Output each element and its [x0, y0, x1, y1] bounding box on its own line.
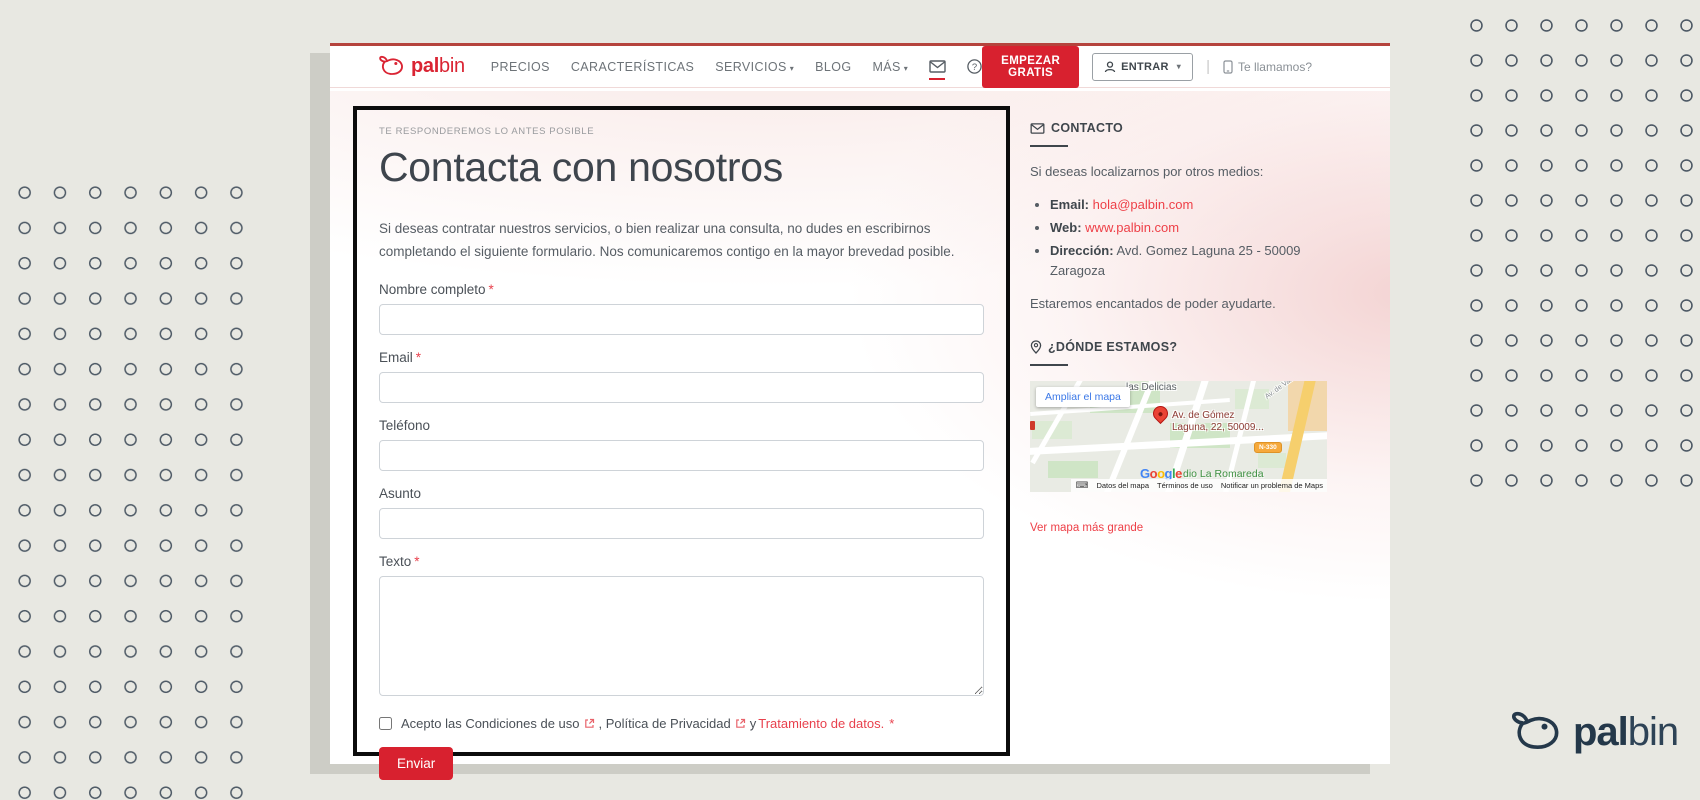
field-group-texto: Texto *: [379, 554, 984, 701]
contact-outro: Estaremos encantados de poder ayudarte.: [1030, 296, 1276, 312]
chevron-down-icon: ▾: [1176, 62, 1182, 71]
dot-grid-left: [7, 175, 255, 800]
field-group-asunto: Asunto: [379, 486, 984, 539]
tratamiento-datos-link[interactable]: Tratamiento de datos.: [758, 716, 884, 731]
palbin-whale-icon: [379, 55, 403, 75]
field-group-telefono: Teléfono: [379, 418, 984, 471]
consent-checkbox[interactable]: [379, 716, 392, 730]
contact-envelope-icon[interactable]: [929, 60, 946, 80]
contact-email-item: Email: hola@palbin.com: [1050, 195, 1328, 215]
map-report-link[interactable]: Notificar un problema de Maps: [1216, 478, 1327, 492]
empezar-gratis-button[interactable]: EMPEZAR GRATIS: [982, 45, 1080, 88]
heading-rule: [1030, 363, 1068, 366]
contacto-heading: CONTACTO: [1030, 121, 1328, 135]
consent-text-3: y: [749, 715, 757, 731]
page-content: TE RESPONDEREMOS LO ANTES POSIBLE Contac…: [330, 91, 1390, 780]
nav-right-cluster: EMPEZAR GRATIS ENTRAR ▾ | Te llamamos?: [982, 45, 1312, 88]
map-data-link[interactable]: Datos del mapa: [1092, 478, 1153, 492]
top-navbar: palbin PRECIOS CARACTERÍSTICAS SERVICIOS…: [330, 45, 1390, 88]
donde-estamos-heading: ¿DÓNDE ESTAMOS?: [1030, 340, 1328, 354]
texto-textarea[interactable]: [379, 575, 984, 696]
logo-text: palbin: [411, 55, 465, 77]
map-park: [1048, 460, 1098, 478]
map-terms-link[interactable]: Términos de uso: [1153, 478, 1217, 492]
nav-item-servicios[interactable]: SERVICIOS ▾: [715, 60, 794, 74]
help-icon[interactable]: ?: [967, 59, 982, 74]
map-park: [1258, 452, 1286, 468]
nombre-input[interactable]: [379, 303, 984, 335]
contact-sidebar: CONTACTO Si deseas localizarnos por otro…: [1030, 121, 1328, 536]
divider: |: [1206, 58, 1210, 75]
field-group-email: Email *: [379, 350, 984, 403]
nav-item-caracteristicas[interactable]: CARACTERÍSTICAS: [571, 60, 694, 74]
telefono-label: Teléfono: [379, 417, 431, 433]
map-pin-label: Av. de Gómez Laguna, 22, 50009...: [1172, 409, 1264, 433]
enviar-button[interactable]: Enviar: [379, 746, 454, 780]
user-icon: [1104, 60, 1116, 72]
map-road-badge: N-330: [1254, 441, 1282, 453]
logo-text: palbin: [1573, 710, 1679, 754]
map-attribution-bar: ⌨ Datos del mapa Términos de uso Notific…: [1071, 478, 1327, 492]
field-group-nombre: Nombre completo *: [379, 282, 984, 335]
heading-rule: [1030, 145, 1068, 147]
chevron-down-icon: ▾: [789, 63, 795, 73]
svg-text:?: ?: [972, 62, 977, 73]
keyboard-icon: ⌨: [1071, 478, 1093, 492]
consent-row: Acepto las Condiciones de uso , Política…: [379, 716, 984, 731]
nav-item-blog[interactable]: BLOG: [815, 60, 851, 74]
ver-mapa-link[interactable]: Ver mapa más grande: [1030, 522, 1143, 534]
email-input[interactable]: [379, 371, 984, 403]
form-intro: Si deseas contratar nuestros servicios, …: [379, 221, 955, 259]
contact-intro: Si deseas localizarnos por otros medios:: [1030, 164, 1264, 179]
envelope-icon: [1030, 122, 1045, 134]
entrar-button[interactable]: ENTRAR ▾: [1092, 52, 1194, 81]
nav-item-mas[interactable]: MÁS ▾: [872, 60, 908, 74]
phone-icon: [1223, 59, 1233, 74]
contact-form-highlight-box: TE RESPONDEREMOS LO ANTES POSIBLE Contac…: [353, 106, 1010, 780]
asunto-label: Asunto: [379, 485, 422, 501]
web-link[interactable]: www.palbin.com: [1085, 220, 1179, 235]
form-eyebrow: TE RESPONDEREMOS LO ANTES POSIBLE: [379, 126, 595, 137]
chevron-down-icon: ▾: [903, 63, 909, 73]
map-pin-icon: [1030, 339, 1042, 354]
nav-menu: PRECIOS CARACTERÍSTICAS SERVICIOS ▾ BLOG …: [491, 59, 982, 80]
asunto-input[interactable]: [379, 507, 984, 539]
consent-required-mark: *: [889, 715, 895, 731]
consent-text-1: Acepto las Condiciones de uso: [401, 715, 580, 731]
te-llamamos-link[interactable]: Te llamamos?: [1223, 60, 1312, 74]
email-label: Email *: [379, 349, 422, 365]
palbin-whale-icon: [1512, 711, 1559, 749]
google-map-embed[interactable]: las Delicias Av. de Vale Av. de Gómez La…: [1030, 380, 1327, 492]
contact-list: Email: hola@palbin.com Web: www.palbin.c…: [1030, 195, 1328, 282]
consent-text-2: , Política de Privacidad: [598, 715, 731, 731]
browser-page: palbin PRECIOS CARACTERÍSTICAS SERVICIOS…: [330, 43, 1390, 780]
external-link-icon[interactable]: [735, 718, 746, 729]
telefono-input[interactable]: [379, 439, 984, 471]
email-link[interactable]: hola@palbin.com: [1093, 197, 1194, 212]
palbin-logo[interactable]: palbin: [378, 55, 465, 78]
nombre-label: Nombre completo *: [379, 281, 494, 297]
map-expand-button[interactable]: Ampliar el mapa: [1036, 386, 1130, 407]
external-link-icon[interactable]: [584, 718, 595, 729]
contact-address-item: Dirección: Avd. Gomez Laguna 25 - 50009 …: [1050, 241, 1328, 281]
map-area-label: las Delicias: [1126, 381, 1177, 393]
texto-label: Texto *: [379, 553, 420, 569]
palbin-watermark-logo: palbin: [1510, 710, 1679, 755]
page-title: Contacta con nosotros: [379, 144, 783, 190]
map-red-badge-fragment: [1030, 420, 1035, 430]
dot-grid-right: [1459, 8, 1700, 497]
contact-web-item: Web: www.palbin.com: [1050, 218, 1328, 238]
nav-item-precios[interactable]: PRECIOS: [491, 60, 550, 74]
